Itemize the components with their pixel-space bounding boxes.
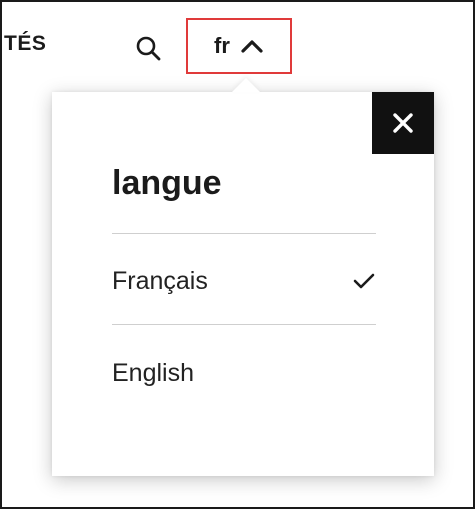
nav-item-partial[interactable]: TÉS (4, 32, 46, 56)
language-option-label: Français (112, 266, 208, 295)
close-button[interactable] (372, 92, 434, 154)
language-option-label: English (112, 358, 194, 387)
chevron-up-icon (240, 38, 264, 54)
divider (112, 324, 376, 325)
divider (112, 233, 376, 234)
language-option-english[interactable]: English (112, 348, 376, 398)
dropdown-caret (232, 78, 260, 92)
language-toggle-button[interactable]: fr (186, 18, 292, 74)
close-icon (391, 111, 415, 135)
panel-title: langue (112, 164, 222, 202)
language-code: fr (214, 33, 230, 58)
check-icon (352, 272, 376, 290)
search-icon (132, 32, 166, 66)
language-option-francais[interactable]: Français (112, 256, 376, 306)
viewport-frame: TÉS fr langue Français English (0, 0, 475, 509)
language-dropdown-panel: langue Français English (52, 92, 434, 476)
search-button[interactable] (132, 32, 166, 66)
